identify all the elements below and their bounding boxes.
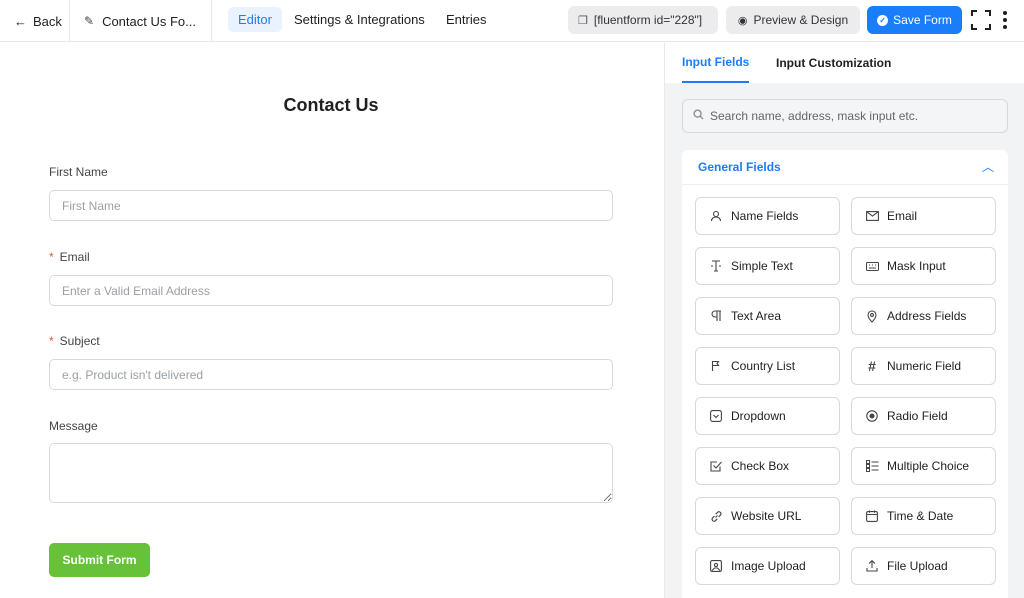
back-button[interactable]: ← Back — [0, 0, 70, 42]
save-form-button[interactable]: ✓ Save Form — [867, 6, 962, 34]
dropdown-icon — [708, 410, 724, 422]
top-bar: ← Back ✎ Contact Us Fo... Editor Setting… — [0, 0, 1024, 42]
field-search-input[interactable]: Search name, address, mask input etc. — [682, 99, 1008, 133]
envelope-icon — [864, 211, 880, 221]
first-name-input[interactable] — [49, 190, 613, 221]
tab-entries-label: Entries — [446, 12, 487, 27]
field-time-date[interactable]: Time & Date — [851, 497, 996, 535]
field-text-area[interactable]: Text Area — [695, 297, 840, 335]
shortcode-copy-button[interactable]: ❐ [fluentform id="228"] — [568, 6, 718, 34]
tab-settings-label: Settings & Integrations — [294, 12, 425, 27]
map-pin-icon — [864, 309, 880, 323]
keyboard-icon — [864, 261, 880, 271]
fields-panel: Input Fields Input Customization Search … — [664, 43, 1024, 598]
link-icon — [708, 510, 724, 523]
tab-input-fields[interactable]: Input Fields — [682, 43, 750, 83]
field-email[interactable]: Email — [851, 197, 996, 235]
preview-label: Preview & Design — [753, 13, 849, 27]
search-icon — [693, 109, 704, 123]
form-title-label: Contact Us Fo... — [102, 13, 196, 29]
field-image-upload[interactable]: Image Upload — [695, 547, 840, 585]
field-mask-input[interactable]: Mask Input — [851, 247, 996, 285]
divider — [682, 184, 1008, 185]
image-icon — [708, 560, 724, 572]
first-name-label: First Name — [49, 165, 108, 179]
tab-input-customization[interactable]: Input Customization — [776, 43, 891, 83]
back-label: Back — [33, 13, 62, 29]
preview-design-button[interactable]: ◉ Preview & Design — [726, 6, 860, 34]
check-circle-icon: ✓ — [877, 14, 889, 26]
form-title[interactable]: ✎ Contact Us Fo... — [70, 0, 212, 42]
tab-entries[interactable]: Entries — [446, 7, 486, 32]
fullscreen-icon[interactable] — [970, 9, 992, 31]
form-canvas: Contact Us First Name *Email *Subject Me… — [0, 43, 664, 598]
field-file-upload[interactable]: File Upload — [851, 547, 996, 585]
field-address-fields[interactable]: Address Fields — [851, 297, 996, 335]
copy-icon: ❐ — [578, 14, 588, 27]
radio-icon — [864, 410, 880, 422]
email-label: * Email — [49, 250, 90, 264]
more-options-icon[interactable] — [1000, 9, 1010, 31]
hash-icon: # — [868, 358, 876, 374]
upload-icon — [864, 560, 880, 572]
subject-input[interactable] — [49, 359, 613, 390]
field-radio-field[interactable]: Radio Field — [851, 397, 996, 435]
group-title[interactable]: General Fields — [698, 160, 781, 174]
tab-settings-integrations[interactable]: Settings & Integrations — [294, 7, 425, 32]
required-marker: * — [49, 250, 54, 264]
field-name-fields[interactable]: Name Fields — [695, 197, 840, 235]
shortcode-label: [fluentform id="228"] — [593, 13, 703, 27]
pencil-icon: ✎ — [84, 14, 95, 28]
paragraph-icon — [708, 310, 724, 322]
field-numeric-field[interactable]: # Numeric Field — [851, 347, 996, 385]
required-marker: * — [49, 334, 54, 348]
checkbox-icon — [708, 460, 724, 472]
field-website-url[interactable]: Website URL — [695, 497, 840, 535]
field-simple-text[interactable]: Simple Text — [695, 247, 840, 285]
submit-label: Submit Form — [62, 553, 137, 567]
calendar-icon — [864, 510, 880, 522]
message-label: Message — [49, 419, 98, 433]
field-dropdown[interactable]: Dropdown — [695, 397, 840, 435]
chevron-up-icon[interactable]: ︿ — [982, 158, 994, 175]
tab-editor-label: Editor — [238, 12, 272, 27]
field-check-box[interactable]: Check Box — [695, 447, 840, 485]
panel-tabs: Input Fields Input Customization — [665, 43, 1024, 83]
text-cursor-icon — [708, 260, 724, 272]
email-input[interactable] — [49, 275, 613, 306]
submit-form-button[interactable]: Submit Form — [49, 543, 150, 577]
flag-icon — [708, 360, 724, 372]
list-icon — [864, 460, 880, 472]
field-multiple-choice[interactable]: Multiple Choice — [851, 447, 996, 485]
message-textarea[interactable] — [49, 443, 613, 503]
subject-label: * Subject — [49, 334, 100, 348]
user-icon — [708, 210, 724, 222]
form-heading: Contact Us — [283, 95, 379, 115]
field-country-list[interactable]: Country List — [695, 347, 840, 385]
arrow-left-icon: ← — [14, 13, 27, 29]
search-placeholder: Search name, address, mask input etc. — [710, 109, 919, 123]
eye-icon: ◉ — [737, 14, 748, 27]
save-label: Save Form — [893, 13, 952, 27]
general-fields-group: General Fields ︿ Name Fields Email Simpl… — [682, 150, 1008, 598]
tab-editor[interactable]: Editor — [228, 7, 282, 32]
